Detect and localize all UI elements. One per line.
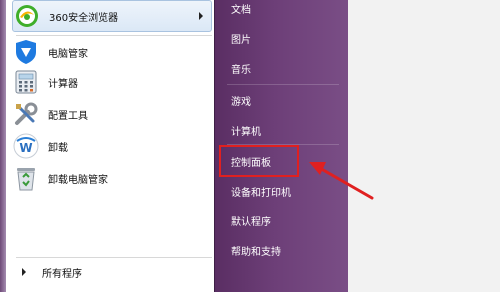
annotation-arrow bbox=[309, 162, 374, 200]
